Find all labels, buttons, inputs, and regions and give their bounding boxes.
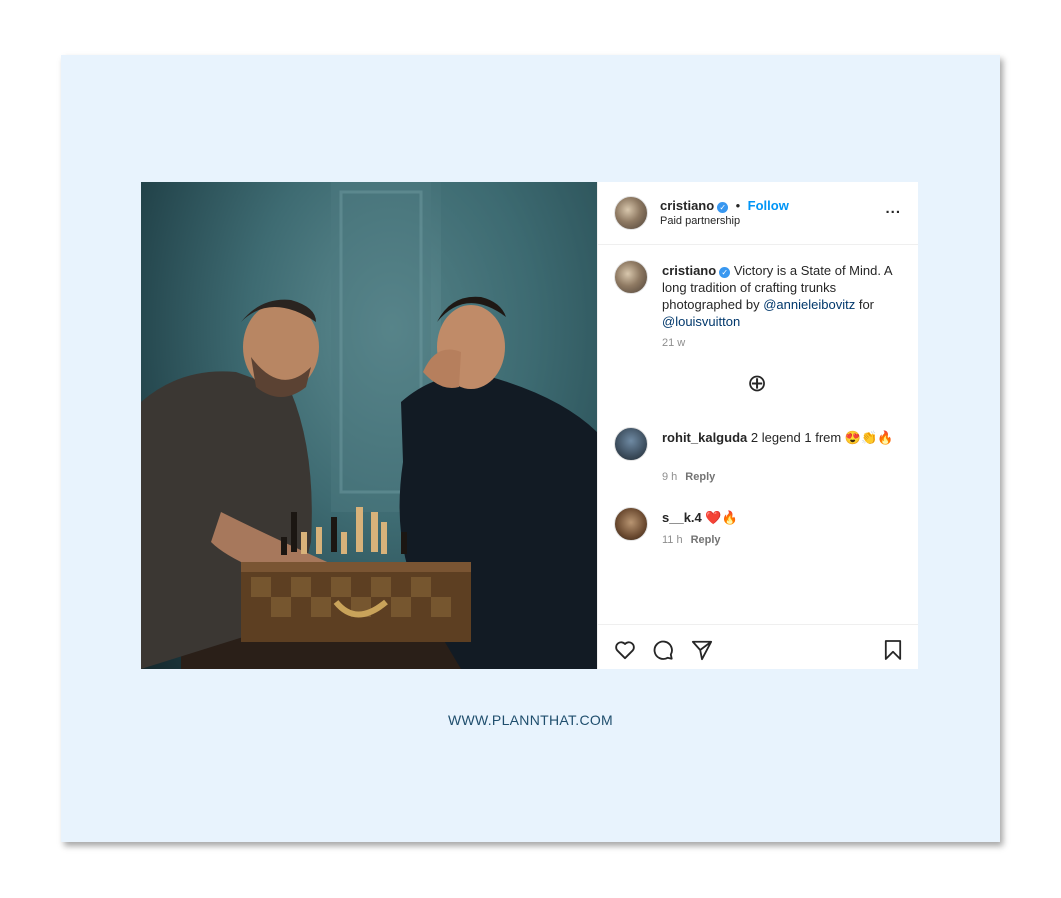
separator-dot: • [735, 198, 741, 213]
post-image-illustration [141, 182, 597, 669]
comment-time: 11 h [662, 534, 683, 546]
comment-2-meta: 11 h Reply [662, 534, 721, 546]
mention-louisvuitton[interactable]: @louisvuitton [662, 314, 740, 329]
avatar[interactable] [614, 196, 648, 230]
share-icon[interactable] [691, 639, 713, 661]
post-side-panel: cristiano ✓ • Follow Paid partnership ...… [597, 182, 918, 669]
comment-1-meta: 9 h Reply [662, 471, 715, 483]
instagram-post: cristiano ✓ • Follow Paid partnership ...… [141, 182, 918, 669]
website-footer[interactable]: WWW.PLANNTHAT.COM [61, 712, 1000, 728]
caption-time: 21 w [662, 337, 686, 349]
caption-avatar[interactable] [614, 260, 648, 294]
more-icon[interactable]: ... [885, 200, 901, 217]
follow-button[interactable]: Follow [748, 198, 789, 213]
like-icon[interactable] [614, 640, 636, 660]
comment-2: s__k.4 ❤️🔥 [662, 509, 897, 526]
paid-partnership-label[interactable]: Paid partnership [660, 215, 740, 227]
caption-joiner: for [858, 297, 874, 312]
comment-avatar[interactable] [614, 507, 648, 541]
comment-username[interactable]: rohit_kalguda [662, 430, 747, 445]
mention-annieleibovitz[interactable]: @annieleibovitz [763, 297, 855, 312]
caption: cristiano ✓ Victory is a State of Mind. A… [662, 262, 897, 330]
verified-icon: ✓ [717, 202, 729, 213]
header-user-line: cristiano ✓ • Follow [660, 197, 789, 215]
reply-button[interactable]: Reply [685, 471, 715, 483]
post-username[interactable]: cristiano [660, 198, 714, 213]
plus-circle-icon[interactable]: ⊕ [744, 371, 770, 397]
verified-icon: ✓ [719, 267, 731, 278]
action-bar [598, 624, 918, 669]
save-icon[interactable] [884, 639, 902, 661]
comment-1: rohit_kalguda 2 legend 1 frem 😍👏🔥 [662, 429, 897, 446]
caption-username[interactable]: cristiano [662, 263, 716, 278]
reply-button[interactable]: Reply [691, 534, 721, 546]
comment-text: 2 legend 1 frem 😍👏🔥 [750, 430, 894, 445]
comment-icon[interactable] [652, 639, 674, 661]
comment-text: ❤️🔥 [705, 510, 738, 525]
comment-time: 9 h [662, 471, 678, 483]
comment-username[interactable]: s__k.4 [662, 510, 702, 525]
post-image[interactable] [141, 182, 597, 669]
comment-avatar[interactable] [614, 427, 648, 461]
post-header: cristiano ✓ • Follow Paid partnership ... [598, 182, 918, 245]
